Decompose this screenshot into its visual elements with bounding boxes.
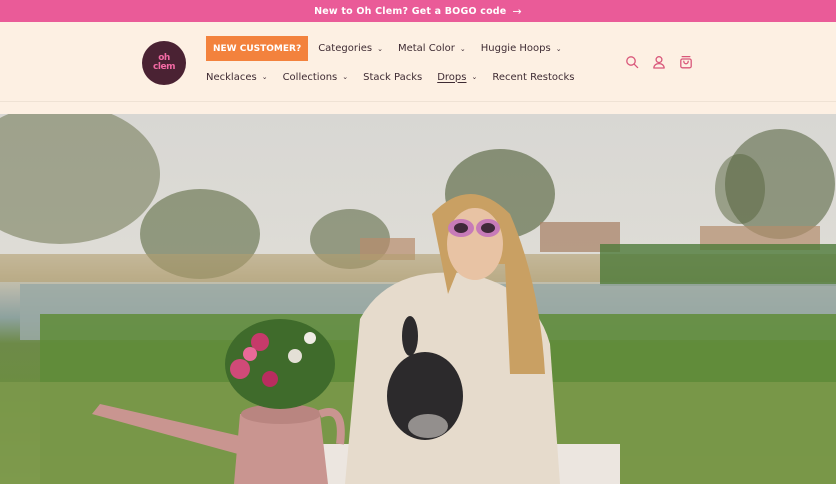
nav-item-label: Categories — [318, 43, 373, 54]
nav-item-collections[interactable]: Collections ⌄ — [283, 72, 349, 83]
nav-item-categories[interactable]: Categories ⌄ — [318, 43, 383, 54]
account-icon[interactable] — [652, 55, 666, 69]
chevron-down-icon: ⌄ — [342, 73, 349, 81]
nav-item-label: Recent Restocks — [492, 71, 575, 83]
announcement-bar[interactable]: New to Oh Clem? Get a BOGO code → — [0, 0, 836, 22]
nav-item-label: Drops — [437, 71, 467, 83]
chevron-down-icon: ⌄ — [555, 44, 562, 53]
hero-banner-image[interactable] — [0, 114, 836, 484]
nav-item-stack-packs[interactable]: Stack Packs — [363, 72, 422, 83]
logo-line-2: clem — [153, 62, 175, 72]
nav-item-label: Stack Packs — [363, 71, 423, 83]
chevron-down-icon: ⌄ — [459, 44, 466, 53]
search-icon[interactable] — [625, 55, 639, 69]
announcement-text[interactable]: New to Oh Clem? Get a BOGO code — [314, 6, 506, 17]
main-nav-row-2: Necklaces ⌄ Collections ⌄ Stack Packs Drop… — [206, 65, 590, 89]
logo[interactable]: oh clem — [142, 41, 186, 85]
nav-item-label: Metal Color — [397, 43, 455, 54]
nav-item-label: Necklaces — [206, 71, 257, 83]
new-customer-button[interactable]: NEW CUSTOMER? — [206, 36, 309, 61]
nav-item-recent-restocks[interactable]: Recent Restocks — [492, 72, 574, 83]
hero-photo — [0, 114, 836, 484]
nav-item-huggie-hoops[interactable]: Huggie Hoops ⌄ — [481, 43, 562, 54]
chevron-down-icon: ⌄ — [377, 44, 383, 53]
nav-item-metal-color[interactable]: Metal Color ⌄ — [398, 43, 466, 54]
arrow-right-icon: → — [512, 4, 522, 18]
nav-item-label: Huggie Hoops — [480, 43, 551, 54]
chevron-down-icon: ⌄ — [261, 73, 268, 81]
nav-item-label: Collections — [282, 71, 338, 83]
header-icons — [625, 55, 693, 69]
main-nav-row-1: NEW CUSTOMER? Categories ⌄ Metal Color ⌄ H… — [206, 36, 577, 61]
cart-icon[interactable] — [679, 55, 693, 69]
site-header: oh clem NEW CUSTOMER? Categories ⌄ Metal … — [0, 22, 836, 102]
nav-item-necklaces[interactable]: Necklaces ⌄ — [206, 72, 268, 83]
nav-item-drops[interactable]: Drops ⌄ — [437, 72, 477, 83]
chevron-down-icon: ⌄ — [471, 73, 478, 81]
